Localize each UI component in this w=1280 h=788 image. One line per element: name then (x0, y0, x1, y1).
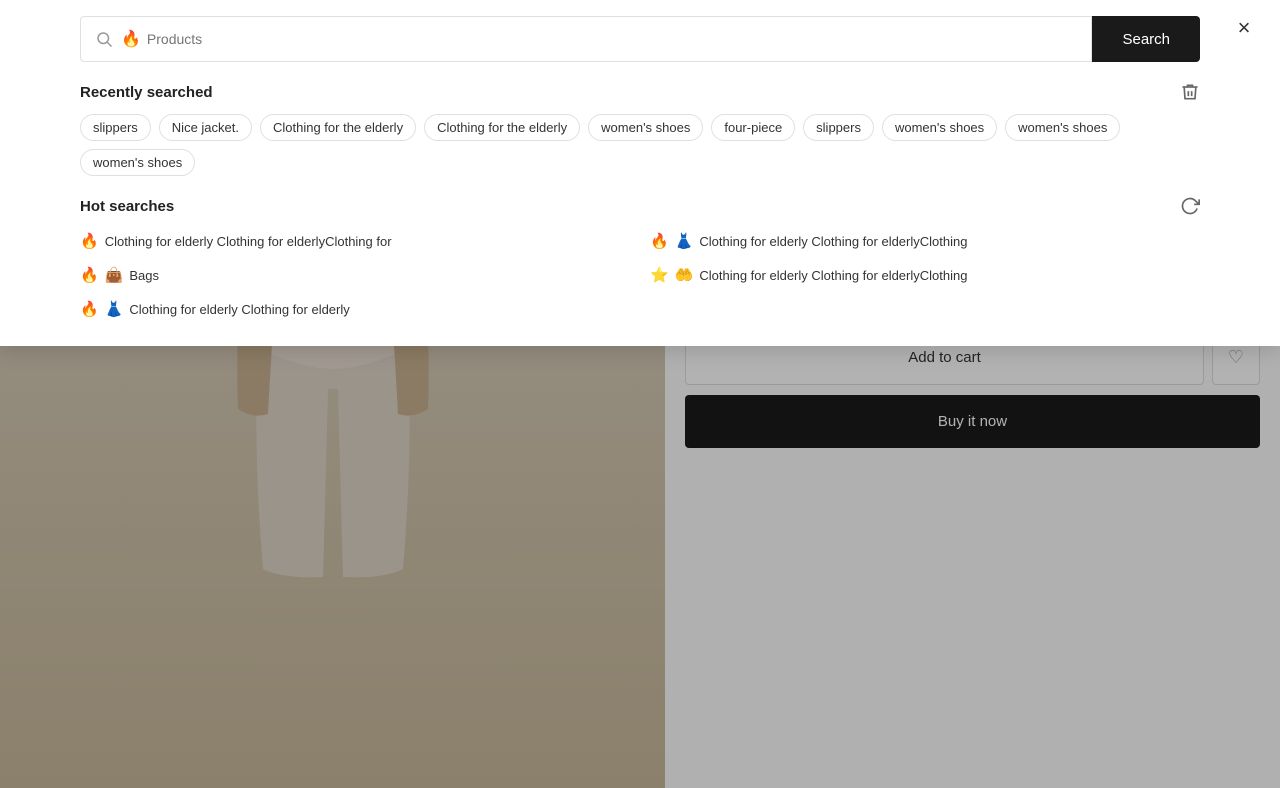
recent-tag-7[interactable]: women's shoes (882, 114, 997, 141)
recently-searched-tags: slippers Nice jacket. Clothing for the e… (80, 114, 1200, 176)
hot-item-icon-0: 🔥 (80, 232, 99, 250)
recent-tag-9[interactable]: women's shoes (80, 149, 195, 176)
close-button[interactable]: × (1228, 12, 1260, 44)
hot-item-2[interactable]: 🔥 👜 Bags (80, 262, 630, 288)
search-button[interactable]: Search (1092, 16, 1200, 62)
recent-tag-5[interactable]: four-piece (711, 114, 795, 141)
recent-tag-6[interactable]: slippers (803, 114, 874, 141)
recent-tag-1[interactable]: Nice jacket. (159, 114, 252, 141)
hot-item-extra-icon-2: 👜 (105, 266, 124, 284)
hot-item-extra-icon-1: 👗 (675, 232, 694, 250)
fire-icon: 🔥 (121, 29, 141, 49)
recently-searched-section: Recently searched slippers Nice jacket. … (80, 82, 1200, 176)
recently-searched-header: Recently searched (80, 82, 1200, 102)
hot-item-4[interactable]: 🔥 👗 Clothing for elderly Clothing for el… (80, 296, 630, 322)
search-input-wrap: 🔥 (80, 16, 1092, 62)
hot-item-text-1: Clothing for elderly Clothing for elderl… (699, 234, 967, 249)
recently-searched-title: Recently searched (80, 84, 213, 101)
recent-tag-4[interactable]: women's shoes (588, 114, 703, 141)
hot-searches-section: Hot searches 🔥 Clothing for elderly Clot… (80, 196, 1200, 322)
search-icon (95, 30, 113, 48)
recent-tag-3[interactable]: Clothing for the elderly (424, 114, 580, 141)
hot-item-1[interactable]: 🔥 👗 Clothing for elderly Clothing for el… (650, 228, 1200, 254)
hot-searches-grid: 🔥 Clothing for elderly Clothing for elde… (80, 228, 1200, 322)
hot-item-extra-icon-4: 👗 (105, 300, 124, 318)
hot-searches-header: Hot searches (80, 196, 1200, 216)
recent-tag-2[interactable]: Clothing for the elderly (260, 114, 416, 141)
delete-icon[interactable] (1180, 82, 1200, 102)
hot-item-icon-2: 🔥 (80, 266, 99, 284)
hot-item-extra-icon-3: 🤲 (675, 266, 694, 284)
hot-item-icon-4: 🔥 (80, 300, 99, 318)
hot-item-text-4: Clothing for elderly Clothing for elderl… (129, 302, 349, 317)
search-input[interactable] (147, 31, 1078, 47)
hot-item-icon-1: 🔥 (650, 232, 669, 250)
hot-item-3[interactable]: ⭐ 🤲 Clothing for elderly Clothing for el… (650, 262, 1200, 288)
refresh-icon[interactable] (1180, 196, 1200, 216)
recent-tag-0[interactable]: slippers (80, 114, 151, 141)
search-modal: × 🔥 Search Recently searched slippers Ni (0, 0, 1280, 346)
hot-item-text-3: Clothing for elderly Clothing for elderl… (699, 268, 967, 283)
hot-item-0[interactable]: 🔥 Clothing for elderly Clothing for elde… (80, 228, 630, 254)
hot-item-text-0: Clothing for elderly Clothing for elderl… (105, 234, 392, 249)
hot-item-text-2: Bags (129, 268, 159, 283)
search-bar: 🔥 Search (80, 16, 1200, 62)
hot-searches-title: Hot searches (80, 198, 174, 215)
hot-item-icon-3: ⭐ (650, 266, 669, 284)
recent-tag-8[interactable]: women's shoes (1005, 114, 1120, 141)
